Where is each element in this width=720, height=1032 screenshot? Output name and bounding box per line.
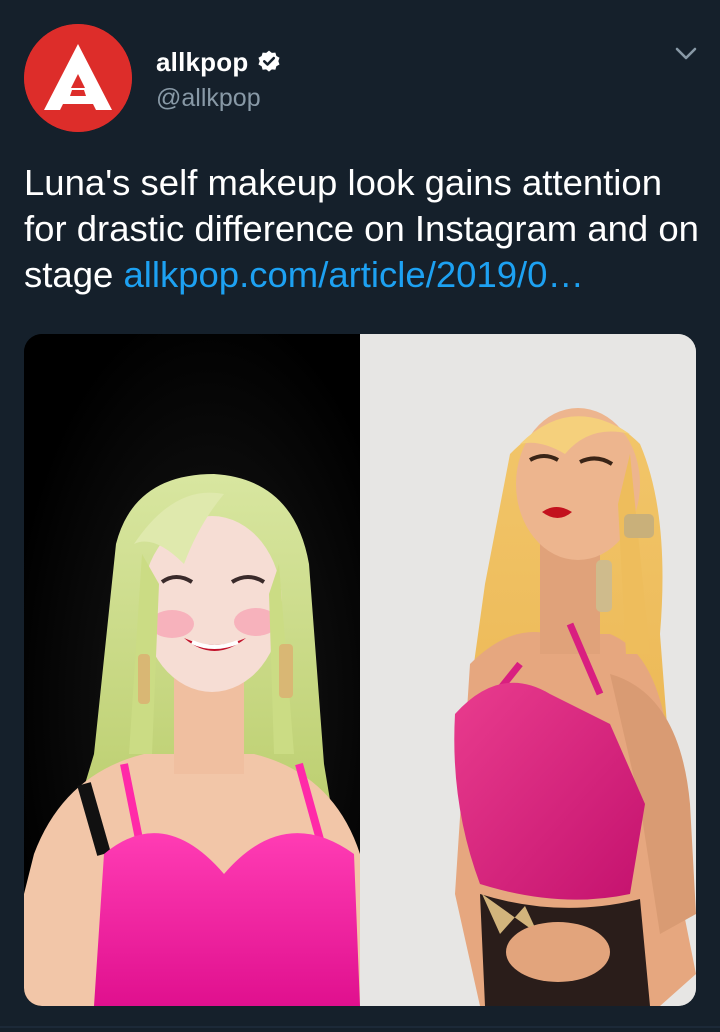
tweet-card[interactable]: allkpop @allkpop Luna's self makeup look…	[0, 0, 720, 1032]
allkpop-logo-icon	[24, 24, 132, 132]
media-photo-stage[interactable]	[24, 334, 360, 1006]
media-photo-instagram[interactable]	[360, 334, 696, 1006]
author-handle[interactable]: @allkpop	[156, 84, 261, 113]
avatar[interactable]	[24, 24, 132, 132]
verified-badge-icon	[258, 50, 280, 72]
tweet-media[interactable]	[24, 334, 696, 1006]
display-name[interactable]: allkpop	[156, 47, 248, 78]
tweet-link[interactable]: allkpop.com/article/2019/0…	[123, 254, 584, 295]
chevron-down-icon[interactable]	[672, 40, 700, 68]
bottom-divider	[0, 1026, 720, 1028]
author-name-row[interactable]: allkpop	[156, 44, 282, 80]
tweet-text: Luna's self makeup look gains attention …	[24, 160, 704, 298]
instagram-photo-illustration	[360, 334, 696, 1006]
stage-photo-illustration	[24, 334, 360, 1006]
